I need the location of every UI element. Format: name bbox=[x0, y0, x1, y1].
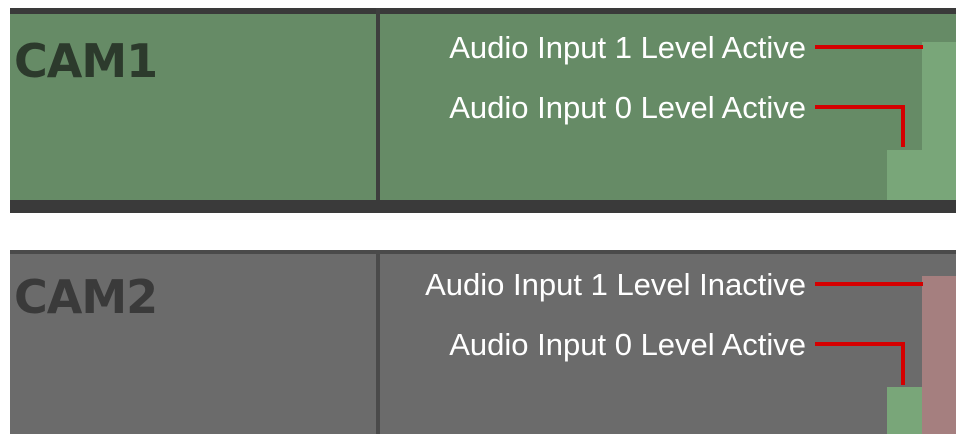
audio-level-meter-input-0 bbox=[887, 150, 922, 200]
audio-level-meter-input-1 bbox=[922, 276, 956, 434]
annotation-cam1-input-0: Audio Input 0 Level Active bbox=[449, 90, 806, 125]
column-divider bbox=[376, 250, 380, 434]
annotation-cam1-input-1: Audio Input 1 Level Active bbox=[449, 30, 806, 65]
leader-line-cam1-input-0-drop bbox=[901, 105, 905, 147]
annotation-cam2-input-1: Audio Input 1 Level Inactive bbox=[425, 267, 806, 302]
row-top-border bbox=[10, 8, 956, 14]
camera-label: CAM2 bbox=[14, 270, 158, 324]
leader-line-cam2-input-1 bbox=[815, 282, 923, 286]
leader-line-cam1-input-0 bbox=[815, 105, 905, 109]
annotation-cam2-input-0: Audio Input 0 Level Active bbox=[449, 327, 806, 362]
audio-level-meter-input-0 bbox=[887, 387, 922, 434]
leader-line-cam1-input-1 bbox=[815, 45, 923, 49]
leader-line-cam2-input-0-drop bbox=[901, 342, 905, 385]
column-divider bbox=[376, 8, 380, 213]
row-top-border bbox=[10, 250, 956, 254]
leader-line-cam2-input-0 bbox=[815, 342, 905, 346]
camera-label: CAM1 bbox=[14, 34, 158, 88]
row-bottom-border bbox=[10, 200, 956, 213]
audio-level-meter-input-1 bbox=[922, 42, 956, 200]
